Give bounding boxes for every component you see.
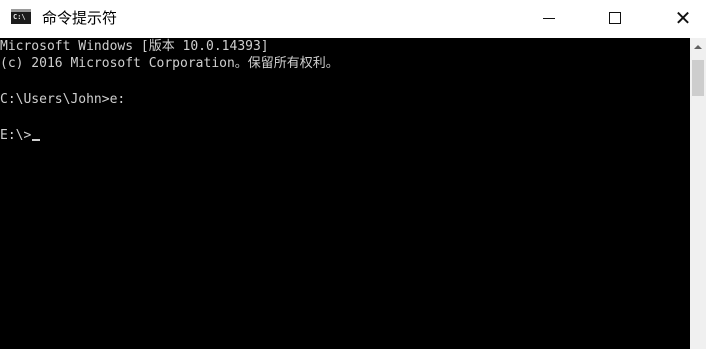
close-button[interactable]: ✕ — [660, 0, 706, 36]
window-title: 命令提示符 — [42, 9, 118, 27]
minimize-button[interactable] — [526, 0, 572, 36]
prompt-text: E:\> — [0, 128, 32, 143]
console-line-copyright: (c) 2016 Microsoft Corporation。保留所有权利。 — [0, 56, 339, 71]
maximize-button[interactable] — [592, 0, 638, 36]
close-icon: ✕ — [674, 6, 692, 30]
chevron-up-icon — [694, 44, 702, 49]
minimize-icon — [543, 17, 555, 19]
scroll-thumb[interactable] — [692, 60, 704, 96]
text-cursor — [32, 139, 41, 141]
console-output[interactable]: Microsoft Windows [版本 10.0.14393] (c) 20… — [0, 38, 690, 349]
console-line-prompt[interactable]: E:\> — [0, 128, 41, 144]
title-bar[interactable]: C:\ 命令提示符 ✕ — [0, 0, 706, 38]
scroll-up-button[interactable] — [690, 38, 706, 55]
cmd-app-icon[interactable]: C:\ — [11, 9, 31, 24]
console-line-version: Microsoft Windows [版本 10.0.14393] — [0, 39, 269, 54]
vertical-scrollbar[interactable] — [690, 38, 706, 349]
console-line-command: C:\Users\John>e: — [0, 92, 126, 107]
maximize-icon — [609, 12, 621, 24]
